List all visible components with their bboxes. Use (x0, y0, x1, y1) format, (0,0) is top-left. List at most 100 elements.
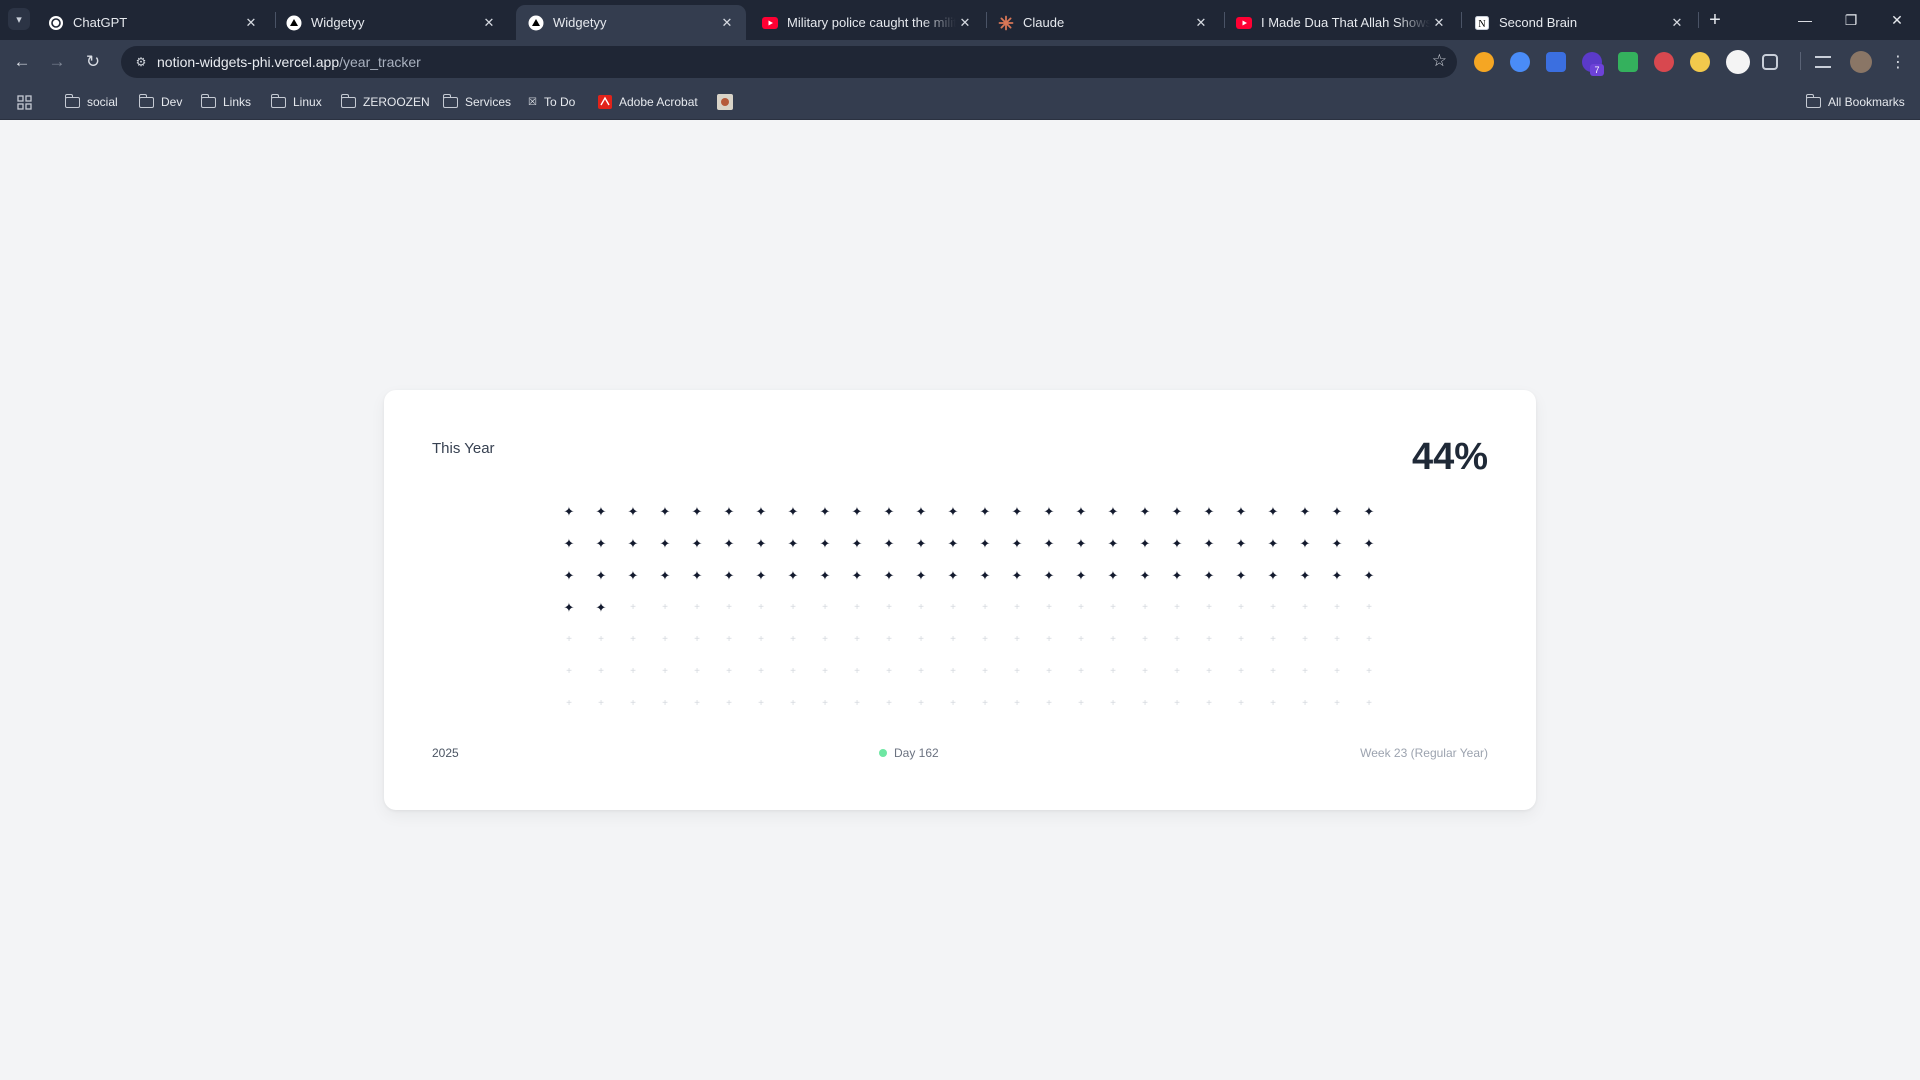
year-tracker-card: This Year 44% ✦ ✦ ✦ ✦ ✦ ✦ ✦ ✦ ✦ ✦ ✦ ✦ ✦ ✦ ✦ ✦ ✦ ✦ ✦ ✦ ✦ ✦ ✦ ✦ ✦ ✦… (384, 390, 1536, 810)
tab-youtube-dua[interactable]: I Made Dua That Allah Shows T ✕ (1224, 5, 1458, 40)
grid-star-future: + (694, 634, 700, 645)
bookmarks-bar: social Dev Links Linux ZEROOZEN Services… (0, 84, 1920, 120)
grid-star-future: + (790, 602, 796, 613)
extension-chrome-icon[interactable] (1690, 52, 1710, 72)
bookmark-links[interactable]: Links (200, 91, 251, 113)
grid-star-filled: ✦ (947, 504, 959, 519)
grid-star-filled: ✦ (851, 536, 863, 551)
grid-star-future: + (886, 634, 892, 645)
grid-star-future: + (694, 698, 700, 709)
folder-icon (138, 93, 154, 108)
tab-youtube-military[interactable]: Military police caught the milita ✕ (750, 5, 984, 40)
notion-icon: N (1474, 15, 1490, 31)
grid-star-filled: ✦ (1043, 568, 1055, 583)
grid-star-future: + (854, 666, 860, 677)
grid-star-filled: ✦ (915, 568, 927, 583)
grid-star-future: + (854, 698, 860, 709)
forward-button[interactable]: → (44, 49, 70, 75)
bookmark-zeroozen[interactable]: ZEROOZEN (340, 91, 430, 113)
url-text[interactable]: notion-widgets-phi.vercel.app/year_track… (157, 54, 421, 70)
restore-button[interactable]: ❐ (1828, 0, 1874, 40)
tab-second-brain[interactable]: N Second Brain ✕ (1462, 5, 1696, 40)
grid-star-future: + (1334, 666, 1340, 677)
bookmark-label: Services (465, 95, 512, 109)
extension-badge: 7 (1590, 64, 1604, 76)
bookmark-linux[interactable]: Linux (270, 91, 322, 113)
grid-star-future: + (1366, 634, 1372, 645)
tab-title: Military police caught the milita (787, 15, 956, 30)
bookmark-label: ZEROOZEN (363, 95, 430, 109)
grid-star-filled: ✦ (755, 504, 767, 519)
grid-star-future: + (758, 634, 764, 645)
grid-star-future: + (694, 666, 700, 677)
tab-separator (1698, 12, 1699, 28)
bookmark-social[interactable]: social (64, 91, 118, 113)
grid-star-filled: ✦ (1331, 568, 1343, 583)
grid-star-future: + (822, 634, 828, 645)
grid-star-future: + (886, 666, 892, 677)
bookmark-services[interactable]: Services (442, 91, 512, 113)
grid-star-filled: ✦ (1171, 568, 1183, 583)
grid-star-filled: ✦ (691, 504, 703, 519)
grid-star-filled: ✦ (1363, 568, 1375, 583)
bookmark-unnamed[interactable] (717, 91, 740, 113)
grid-star-future: + (662, 666, 668, 677)
new-tab-button[interactable]: + (1703, 8, 1727, 32)
extension-green-shield-icon[interactable] (1618, 52, 1638, 72)
close-window-button[interactable]: ✕ (1874, 0, 1920, 40)
grid-star-future: + (758, 698, 764, 709)
bookmark-dev[interactable]: Dev (138, 91, 182, 113)
close-icon[interactable]: ✕ (480, 14, 498, 32)
grid-star-future: + (630, 666, 636, 677)
tab-chatgpt[interactable]: ChatGPT ✕ (36, 5, 270, 40)
chatgpt-icon (48, 15, 64, 31)
grid-star-filled: ✦ (1107, 504, 1119, 519)
tab-widgetyy[interactable]: Widgetyy ✕ (274, 5, 508, 40)
grid-star-filled: ✦ (1363, 504, 1375, 519)
grid-star-future: + (982, 666, 988, 677)
folder-icon (200, 93, 216, 108)
status-dot (879, 749, 887, 757)
close-icon[interactable]: ✕ (1668, 14, 1686, 32)
minimize-button[interactable]: — (1782, 0, 1828, 40)
grid-star-future: + (598, 698, 604, 709)
grid-star-filled: ✦ (1331, 536, 1343, 551)
grid-star-filled: ✦ (819, 568, 831, 583)
tab-widgetyy-active[interactable]: Widgetyy ✕ (516, 5, 746, 40)
bookmark-star-icon[interactable]: ☆ (1432, 51, 1447, 71)
extension-bird-icon[interactable] (1510, 52, 1530, 72)
extension-shield-icon[interactable] (1546, 52, 1566, 72)
folder-icon (1805, 93, 1821, 108)
close-icon[interactable]: ✕ (956, 14, 974, 32)
close-icon[interactable]: ✕ (1192, 14, 1210, 32)
all-bookmarks-button[interactable]: All Bookmarks (1805, 91, 1905, 113)
address-bar[interactable]: ⚙ notion-widgets-phi.vercel.app/year_tra… (121, 46, 1457, 78)
close-icon[interactable]: ✕ (1430, 14, 1448, 32)
grid-star-filled: ✦ (1267, 568, 1279, 583)
tab-title: Widgetyy (553, 15, 607, 30)
grid-star-filled: ✦ (691, 568, 703, 583)
grid-star-future: + (1142, 602, 1148, 613)
close-icon[interactable]: ✕ (242, 14, 260, 32)
extension-red-icon[interactable] (1654, 52, 1674, 72)
menu-kebab-icon[interactable]: ⋮ (1885, 49, 1911, 75)
back-button[interactable]: ← (9, 49, 35, 75)
tab-claude[interactable]: Claude ✕ (986, 5, 1220, 40)
reading-list-icon[interactable] (1815, 56, 1831, 68)
close-icon[interactable]: ✕ (718, 14, 736, 32)
tab-search-button[interactable]: ▾ (8, 8, 30, 30)
grid-star-filled: ✦ (691, 536, 703, 551)
extension-white-icon[interactable] (1726, 50, 1750, 74)
grid-star-filled: ✦ (979, 504, 991, 519)
extension-glasses-icon[interactable] (1474, 52, 1494, 72)
profile-avatar[interactable] (1850, 51, 1872, 73)
bookmark-adobe-acrobat[interactable]: Adobe Acrobat (598, 91, 698, 113)
apps-grid-icon[interactable] (17, 91, 32, 113)
reload-button[interactable]: ↻ (80, 49, 106, 75)
bookmark-todo[interactable]: ☒ To Do (528, 91, 575, 113)
grid-star-future: + (854, 602, 860, 613)
grid-star-filled: ✦ (979, 536, 991, 551)
grid-star-future: + (822, 602, 828, 613)
site-info-icon[interactable]: ⚙ (132, 53, 150, 71)
extensions-puzzle-icon[interactable] (1762, 54, 1778, 70)
